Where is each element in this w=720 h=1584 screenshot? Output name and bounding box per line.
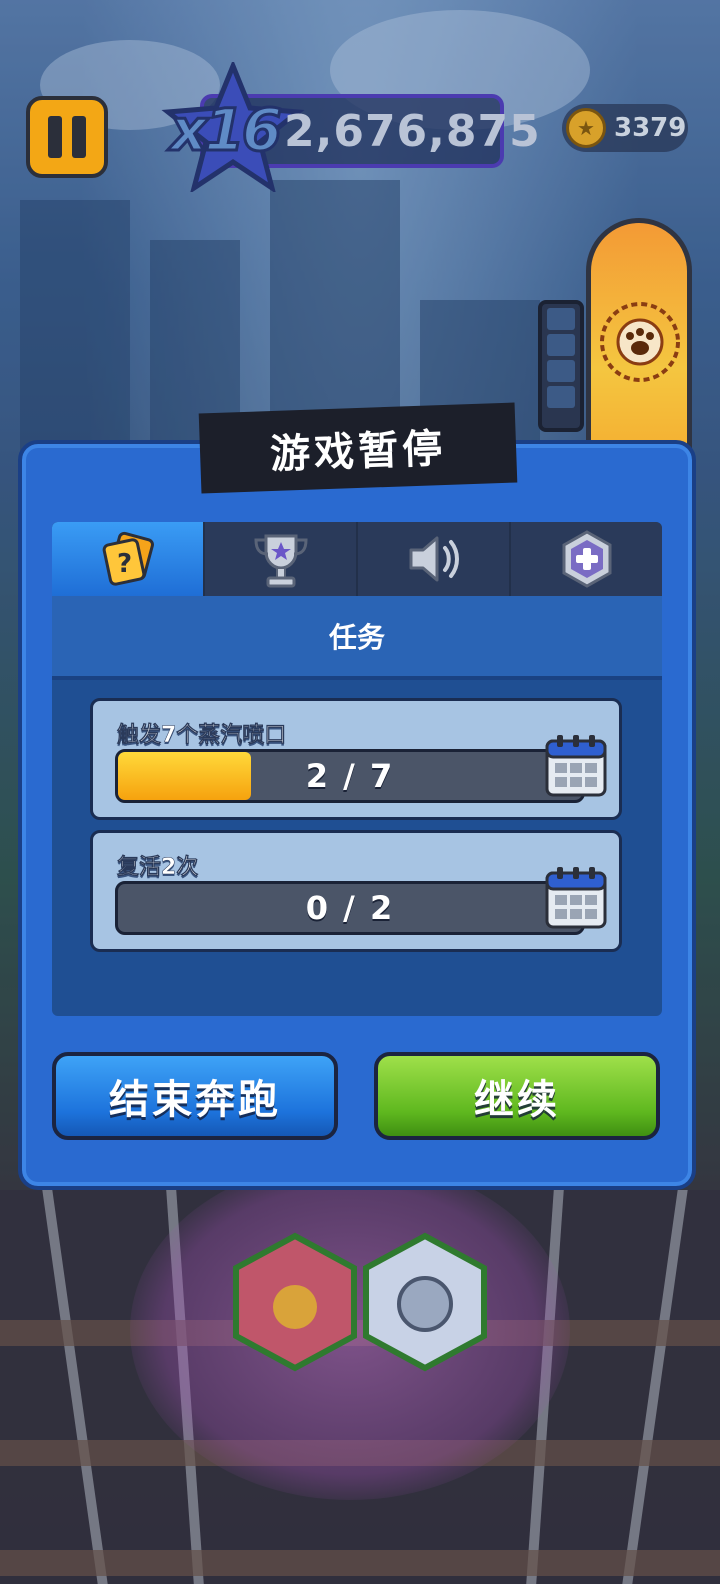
coin-icon: ★ (566, 108, 606, 148)
tab-missions[interactable]: ? (52, 522, 203, 596)
trophy-icon (253, 534, 308, 588)
mission-card: 触发7个蒸汽喷口 2 / 7 (90, 698, 622, 820)
mission-progress-bar: 0 / 2 (115, 881, 585, 935)
speaker-icon (409, 536, 459, 582)
end-run-label: 结束奔跑 (109, 1077, 281, 1123)
mission-card: 复活2次 0 / 2 (90, 830, 622, 952)
powerup-slot-hex (363, 1232, 487, 1372)
section-header: 任务 (52, 596, 662, 680)
continue-button[interactable]: 继续 (374, 1052, 660, 1140)
mission-label: 复活2次 (117, 855, 199, 881)
calendar-icon (545, 867, 607, 929)
tab-achievements[interactable] (203, 522, 356, 596)
tab-boosts[interactable] (509, 522, 662, 596)
score-value: 2,676,875 (284, 106, 541, 157)
pause-icon (48, 116, 62, 158)
tab-sound[interactable] (356, 522, 509, 596)
paw-icon (600, 302, 680, 382)
pause-title: 游戏暂停 (269, 425, 447, 479)
powerup-slot-hex (233, 1232, 357, 1372)
coin-counter: ★ 3379 (562, 104, 688, 152)
continue-label: 继续 (474, 1077, 560, 1123)
end-run-button[interactable]: 结束奔跑 (52, 1052, 338, 1140)
pause-title-banner: 游戏暂停 (198, 402, 518, 494)
mission-progress-count: 0 / 2 (305, 889, 395, 927)
pause-icon (72, 116, 86, 158)
mission-label: 触发7个蒸汽喷口 (117, 723, 287, 749)
mission-progress-count: 2 / 7 (305, 757, 395, 795)
coin-count: 3379 (614, 113, 687, 143)
section-title: 任务 (328, 621, 385, 654)
hoverboard-meter (538, 300, 584, 432)
mission-cards-icon: ? (102, 531, 154, 586)
mission-progress-bar: 2 / 7 (115, 749, 585, 803)
calendar-icon (545, 735, 607, 797)
score-multiplier: x16 (168, 95, 283, 166)
pause-button[interactable] (26, 96, 108, 178)
plus-hexagon-icon (562, 530, 611, 588)
svg-text:?: ? (117, 549, 132, 579)
pause-tabs: ? (52, 522, 662, 596)
